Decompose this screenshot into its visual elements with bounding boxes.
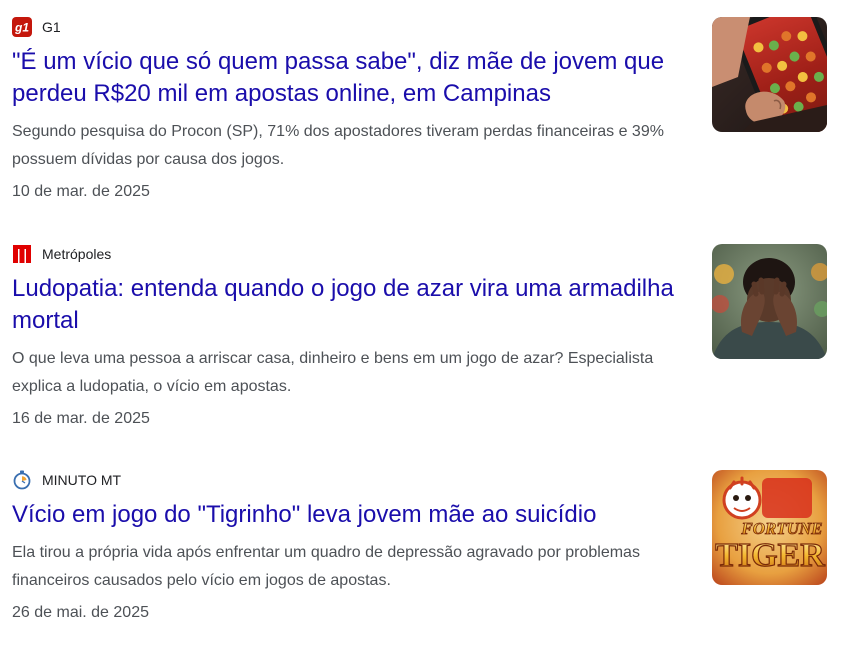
- news-headline-link[interactable]: Vício em jogo do "Tigrinho" leva jovem m…: [12, 499, 698, 531]
- news-date: 26 de mai. de 2025: [12, 604, 149, 621]
- news-article-metropoles: Metrópoles Ludopatia: entenda quando o j…: [12, 243, 827, 431]
- hand-holding-phone-casino-game-image[interactable]: [712, 17, 827, 132]
- source-name: G1: [42, 19, 61, 35]
- news-snippet: Ela tirou a própria vida após enfrentar …: [12, 544, 640, 589]
- g1-logo-icon: g1: [12, 17, 32, 37]
- news-headline-link[interactable]: "É um vício que só quem passa sabe", diz…: [12, 46, 698, 110]
- source-name: Metrópoles: [42, 246, 112, 262]
- distressed-man-hands-on-face-image[interactable]: [712, 244, 827, 359]
- news-snippet: O que leva uma pessoa a arriscar casa, d…: [12, 350, 654, 395]
- tiger-text: TIGER: [715, 537, 825, 574]
- metropoles-logo-icon: [12, 244, 32, 264]
- news-source[interactable]: Metrópoles: [12, 243, 827, 265]
- news-headline-link[interactable]: Ludopatia: entenda quando o jogo de azar…: [12, 273, 698, 337]
- news-source[interactable]: g1 G1: [12, 16, 827, 38]
- minuto-mt-stopwatch-logo-icon: [12, 470, 32, 490]
- fortune-text: FORTUNE: [740, 519, 822, 538]
- news-source[interactable]: MINUTO MT: [12, 469, 827, 491]
- source-name: MINUTO MT: [42, 472, 122, 488]
- news-article-g1: g1 G1 "É um vício que só quem passa sabe…: [12, 16, 827, 204]
- fortune-tiger-game-image[interactable]: FORTUNE TIGER: [712, 470, 827, 585]
- news-snippet: Segundo pesquisa do Procon (SP), 71% dos…: [12, 123, 664, 168]
- news-date: 10 de mar. de 2025: [12, 183, 150, 200]
- news-date: 16 de mar. de 2025: [12, 410, 150, 427]
- news-article-minuto-mt: MINUTO MT Vício em jogo do "Tigrinho" le…: [12, 469, 827, 625]
- svg-text:g1: g1: [14, 21, 29, 35]
